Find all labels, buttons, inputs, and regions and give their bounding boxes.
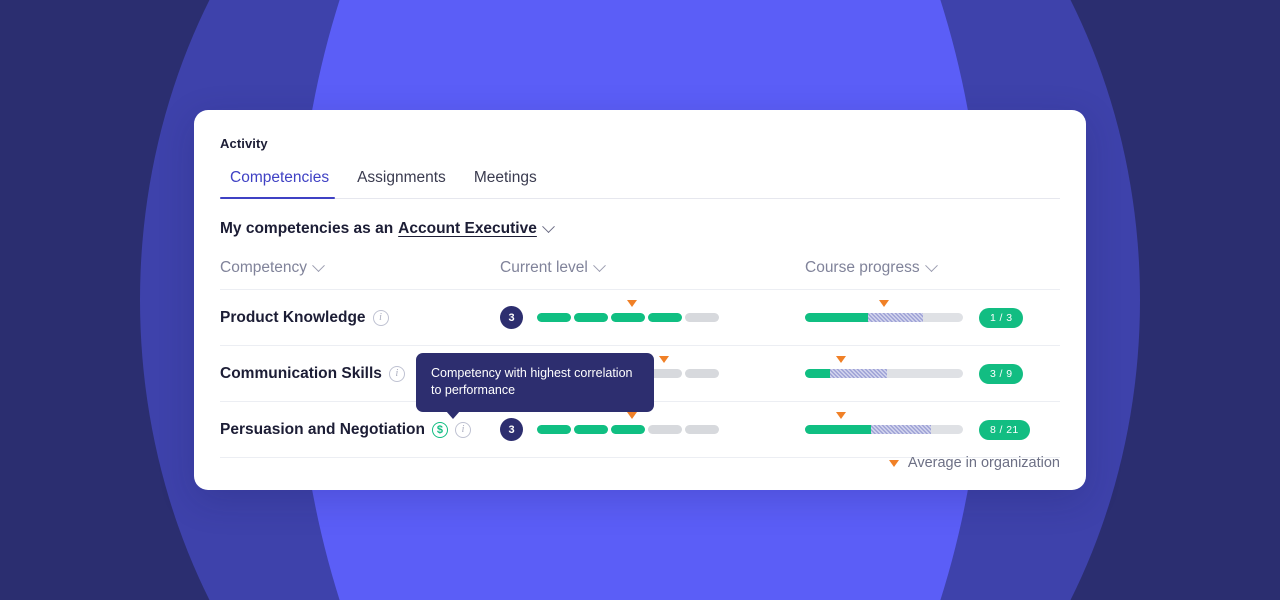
competency-label: Communication Skills [220, 364, 382, 382]
page-title: Activity [220, 136, 268, 151]
money-icon[interactable]: $ [431, 421, 448, 438]
average-marker-icon [626, 300, 637, 307]
level-segment [685, 425, 719, 434]
tab-assignments[interactable]: Assignments [343, 165, 460, 198]
progress-completed [805, 425, 872, 434]
competency-name-cell: Product Knowledge i [220, 309, 500, 327]
table-row[interactable]: Product Knowledge i 3 1 / 3 [220, 290, 1060, 346]
course-count-badge: 1 / 3 [979, 307, 1024, 328]
column-header-competency-label: Competency [220, 259, 308, 276]
course-progress-bar [805, 356, 963, 378]
activity-card: Activity Competencies Assignments Meetin… [194, 110, 1086, 490]
level-segment [685, 313, 719, 322]
chevron-down-icon[interactable] [541, 219, 555, 233]
progress-track [805, 313, 963, 322]
chevron-down-icon[interactable] [593, 258, 606, 272]
course-count-badge: 8 / 21 [979, 419, 1030, 440]
level-segment [537, 313, 571, 322]
info-icon[interactable]: i [372, 309, 389, 326]
tooltip: Competency with highest correlation to p… [416, 353, 654, 419]
course-count-badge: 3 / 9 [979, 363, 1024, 384]
tab-bar: Competencies Assignments Meetings [220, 165, 1060, 199]
legend: Average in organization [888, 455, 1060, 471]
level-segment [611, 425, 645, 434]
progress-in-progress [868, 313, 924, 322]
level-segment-bar [537, 300, 719, 322]
level-segment [574, 425, 608, 434]
level-segment-bar [537, 412, 719, 434]
progress-completed [805, 369, 831, 378]
course-progress-cell: 1 / 3 [805, 300, 1060, 328]
info-icon[interactable]: i [388, 365, 405, 382]
level-segment [611, 313, 645, 322]
level-segment [574, 313, 608, 322]
level-segment [648, 425, 682, 434]
progress-in-progress [871, 425, 932, 434]
progress-track [805, 369, 963, 378]
current-level-cell: 3 [500, 412, 805, 441]
progress-in-progress [830, 369, 888, 378]
column-header-current-level[interactable]: Current level [500, 258, 805, 277]
chevron-down-icon[interactable] [924, 258, 938, 272]
progress-completed [805, 313, 869, 322]
level-badge: 3 [500, 418, 523, 441]
average-marker-icon [836, 412, 847, 419]
tab-meetings[interactable]: Meetings [460, 165, 551, 198]
level-segment [648, 313, 682, 322]
competency-label: Persuasion and Negotiation [220, 420, 425, 438]
column-header-competency[interactable]: Competency [220, 258, 500, 277]
average-marker-icon [879, 300, 889, 307]
column-header-current-level-label: Current level [500, 259, 588, 276]
course-progress-cell: 8 / 21 [805, 412, 1060, 440]
competency-label: Product Knowledge [220, 308, 366, 326]
competency-name-cell: Persuasion and Negotiation $ i [220, 421, 500, 439]
average-marker-icon [659, 356, 670, 363]
course-progress-bar [805, 300, 963, 322]
current-level-cell: 3 [500, 300, 805, 329]
course-progress-cell: 3 / 9 [805, 356, 1060, 384]
level-badge: 3 [500, 306, 523, 329]
role-selector[interactable]: Account Executive [398, 220, 537, 238]
course-progress-bar [805, 412, 963, 434]
level-segment [537, 425, 571, 434]
triangle-down-marker-icon [888, 459, 899, 467]
progress-track [805, 425, 963, 434]
average-marker-icon [836, 356, 847, 363]
level-segment [685, 369, 719, 378]
tooltip-text: Competency with highest correlation to p… [431, 366, 633, 397]
competency-scope-heading: My competencies as an Account Executive [220, 219, 1060, 238]
table-header: Competency Current level Course progress [220, 258, 1060, 290]
column-header-course-progress-label: Course progress [805, 259, 920, 276]
info-icon[interactable]: i [454, 421, 471, 438]
tab-competencies[interactable]: Competencies [220, 165, 343, 199]
chevron-down-icon[interactable] [312, 258, 325, 272]
legend-label: Average in organization [907, 455, 1060, 471]
column-header-course-progress[interactable]: Course progress [805, 258, 1060, 277]
average-marker-icon [626, 412, 637, 419]
scope-prefix: My competencies as an [220, 220, 394, 237]
